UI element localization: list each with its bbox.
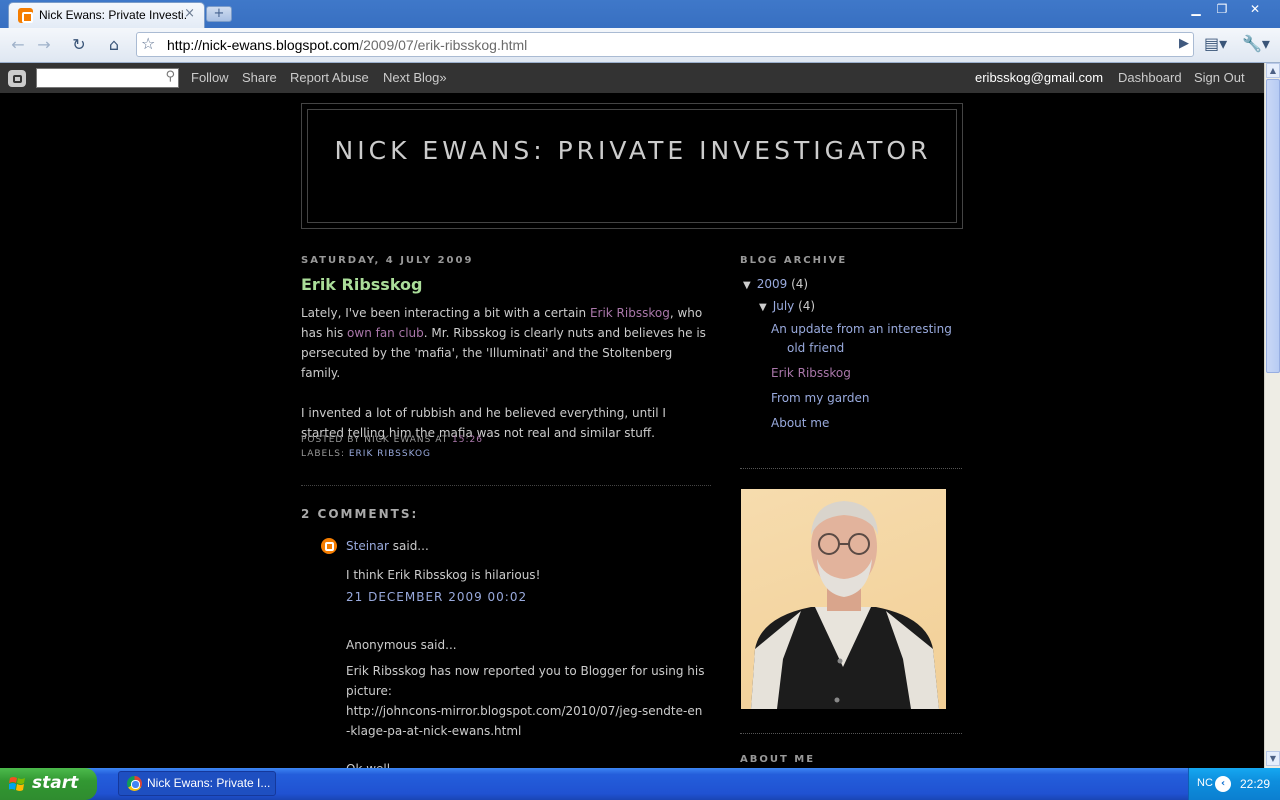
archive-heading: BLOG ARCHIVE (740, 255, 848, 266)
taskbar-window-label: Nick Ewans: Private I... (147, 776, 271, 790)
post-title[interactable]: Erik Ribsskog (301, 275, 422, 294)
blog-page: NICK EWANS: PRIVATE INVESTIGATOR SATURDA… (0, 93, 1264, 768)
archive-post-link[interactable]: An update from an interesting old friend (771, 320, 961, 358)
follow-link[interactable]: Follow (191, 70, 229, 85)
post-time-link[interactable]: 15:26 (452, 435, 483, 445)
new-tab-button[interactable]: + (206, 6, 232, 22)
restore-icon[interactable]: ❐ (1209, 1, 1235, 19)
label-link[interactable]: ERIK RIBSSKOG (349, 449, 431, 459)
tab-strip: Nick Ewans: Private Investi... × + ▁ ❐ ✕ (0, 0, 1280, 28)
sign-out-link[interactable]: Sign Out (1194, 70, 1245, 85)
blog-header-inner: NICK EWANS: PRIVATE INVESTIGATOR (307, 109, 957, 223)
post-divider (301, 485, 711, 486)
comments-heading: 2 COMMENTS: (301, 507, 419, 521)
taskbar-window-button[interactable]: Nick Ewans: Private I... (118, 771, 276, 796)
comment-timestamp-link[interactable]: 21 DECEMBER 2009 00:02 (346, 590, 527, 604)
post-footer: POSTED BY NICK EWANS AT 15:26 LABELS: ER… (301, 435, 483, 459)
collapse-triangle-icon[interactable]: ▼ (743, 280, 751, 291)
back-icon[interactable]: ← (6, 34, 30, 56)
scroll-up-icon[interactable]: ▲ (1266, 63, 1280, 78)
minimize-icon[interactable]: ▁ (1183, 1, 1209, 19)
commenter-link[interactable]: Steinar (346, 539, 389, 553)
forward-icon[interactable]: → (32, 34, 56, 56)
browser-toolbar: ← → ↻ ⌂ ☆ http://nick-ewans.blogspot.com… (0, 28, 1280, 63)
comment-author: Ok well... (346, 759, 711, 768)
comment-author: Steinar said... (346, 539, 429, 553)
profile-photo[interactable] (741, 489, 946, 709)
scroll-thumb[interactable] (1266, 79, 1280, 373)
reload-icon[interactable]: ↻ (67, 34, 91, 56)
go-icon[interactable]: ▶ (1179, 36, 1189, 51)
blogger-profile-icon (321, 538, 337, 554)
report-abuse-link[interactable]: Report Abuse (290, 70, 369, 85)
archive-post-link[interactable]: From my garden (771, 389, 961, 408)
blogger-favicon-icon (18, 8, 33, 23)
share-link[interactable]: Share (242, 70, 277, 85)
chrome-icon (127, 776, 142, 791)
wrench-icon[interactable]: 🔧▾ (1242, 34, 1270, 53)
collapse-triangle-icon[interactable]: ▼ (759, 302, 767, 313)
system-tray: NC ‹ 22:29 (1188, 768, 1280, 800)
page-menu-icon[interactable]: ▤▾ (1204, 34, 1227, 53)
search-icon[interactable]: ⚲ (165, 69, 175, 84)
post-date: SATURDAY, 4 JULY 2009 (301, 255, 474, 266)
language-indicator[interactable]: NC (1197, 777, 1213, 789)
archive-post-link[interactable]: Erik Ribsskog (771, 364, 961, 383)
comment-text: Erik Ribsskog has now reported you to Bl… (346, 664, 705, 698)
scroll-down-icon[interactable]: ▼ (1266, 751, 1280, 766)
browser-tab[interactable]: Nick Ewans: Private Investi... × (8, 2, 205, 28)
next-blog-link[interactable]: Next Blog» (383, 70, 447, 85)
show-hidden-icons-icon[interactable]: ‹ (1215, 776, 1231, 792)
user-email: eribsskog@gmail.com (975, 70, 1104, 85)
blog-title[interactable]: NICK EWANS: PRIVATE INVESTIGATOR (308, 134, 958, 167)
bookmark-star-icon[interactable]: ☆ (141, 34, 155, 53)
start-label: start (32, 773, 79, 793)
blogger-logo-icon[interactable] (8, 70, 26, 87)
windows-flag-icon (9, 777, 25, 791)
archive-month[interactable]: ▼ July (4) (759, 299, 815, 313)
blog-header: NICK EWANS: PRIVATE INVESTIGATOR (301, 103, 963, 229)
tab-close-icon[interactable]: × (184, 6, 195, 21)
close-window-icon[interactable]: ✕ (1242, 1, 1268, 19)
browser-frame: Nick Ewans: Private Investi... × + ▁ ❐ ✕… (0, 0, 1280, 63)
dashboard-link[interactable]: Dashboard (1118, 70, 1182, 85)
erik-ribsskog-link[interactable]: Erik Ribsskog (590, 306, 670, 320)
windows-taskbar: start Nick Ewans: Private I... NC ‹ 22:2… (0, 768, 1280, 800)
clock[interactable]: 22:29 (1240, 777, 1270, 791)
about-me-heading: ABOUT ME (740, 754, 816, 765)
home-icon[interactable]: ⌂ (102, 34, 126, 56)
archive-year[interactable]: ▼ 2009 (4) (743, 277, 808, 291)
page-scrollbar[interactable]: ▲ ▼ (1264, 63, 1280, 768)
tab-title: Nick Ewans: Private Investi... (39, 8, 187, 22)
url-text: http://nick-ewans.blogspot.com/2009/07/e… (167, 37, 528, 53)
blog-search-input[interactable]: ⚲ (36, 68, 179, 88)
archive-post-link[interactable]: About me (771, 414, 961, 433)
comment-author: Anonymous said... (346, 638, 457, 652)
blogger-navbar: ⚲ Follow Share Report Abuse Next Blog» e… (0, 63, 1264, 93)
address-bar[interactable]: ☆ http://nick-ewans.blogspot.com/2009/07… (136, 32, 1194, 57)
comment-url-text: http://johncons-mirror.blogspot.com/2010… (346, 704, 703, 738)
sidebar-divider (740, 733, 962, 734)
fan-club-link[interactable]: own fan club (347, 326, 424, 340)
comment-text: I think Erik Ribsskog is hilarious! (346, 568, 541, 582)
start-button[interactable]: start (0, 768, 97, 800)
sidebar-divider (740, 468, 962, 469)
